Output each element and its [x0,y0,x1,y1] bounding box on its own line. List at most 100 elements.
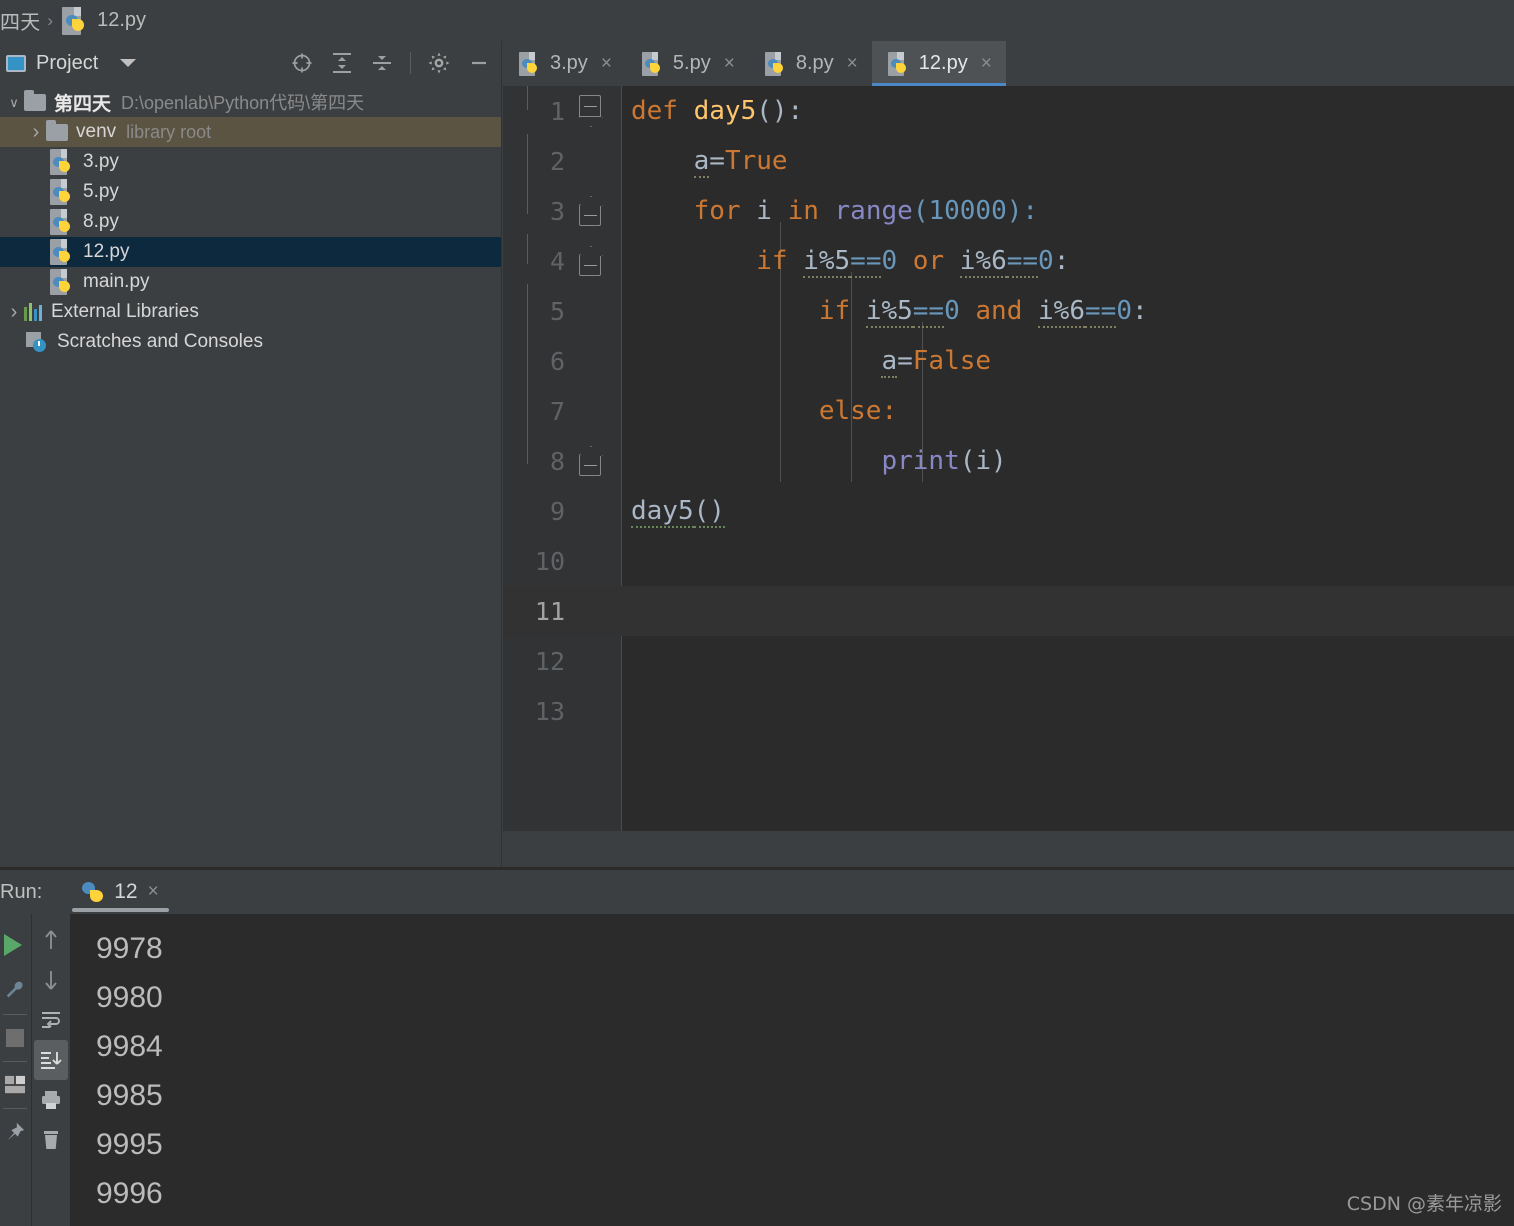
fold-marker-icon[interactable] [579,254,601,276]
code-line[interactable]: 10 [503,536,1514,586]
tree-item-scratches-and-consoles[interactable]: Scratches and Consoles [0,327,501,357]
fold-column[interactable] [565,586,621,636]
run-tab-12[interactable]: 12 × [72,870,170,914]
arrow-up-icon[interactable] [34,920,68,960]
editor-tab-8py[interactable]: 8.py × [749,41,872,86]
console-line: 9978 [96,932,163,965]
editor-tab-label: 12.py [918,52,968,74]
code-line[interactable]: 6 a=False [503,336,1514,386]
code-editor[interactable]: 1 def day5(): 2 a=True 3 for i in range(… [503,86,1514,831]
code-line[interactable]: 8 print(i) [503,436,1514,486]
code-line[interactable]: 3 for i in range(10000): [503,186,1514,236]
fold-column[interactable] [565,336,621,386]
stop-icon[interactable] [0,1015,30,1061]
fold-column[interactable] [565,86,621,136]
gear-icon[interactable] [427,51,451,75]
line-number: 5 [549,296,565,326]
fold-marker-end-icon[interactable] [579,454,601,476]
code-line[interactable]: 9 day5() [503,486,1514,536]
token-keyword: if [818,296,851,326]
run-tool-window: Run: 12 × 9978 9980 9984 9985 9995 9996 … [0,870,1514,1226]
soft-wrap-icon[interactable] [34,1000,68,1040]
token-function: day5 [693,96,757,126]
fold-column[interactable] [565,536,621,586]
project-panel-title[interactable]: Project [36,52,98,75]
run-button-icon[interactable] [0,922,30,968]
code-line-caret[interactable]: 11 [503,586,1514,636]
fold-column[interactable] [565,186,621,236]
tree-item-8py[interactable]: 8.py [0,207,501,237]
fold-column[interactable] [565,686,621,736]
code-line[interactable]: 12 [503,636,1514,686]
fold-column[interactable] [565,436,621,486]
code-line[interactable]: 1 def day5(): [503,86,1514,136]
breadcrumb-file[interactable]: 12.py [97,9,146,32]
tree-item-external-libraries[interactable]: External Libraries [0,297,501,327]
fold-column[interactable] [565,386,621,436]
code-line[interactable]: 13 [503,686,1514,736]
chevron-down-icon[interactable] [120,59,137,67]
chevron-down-icon[interactable] [4,94,24,111]
fold-column[interactable] [565,136,621,186]
tree-item-label: main.py [83,271,150,292]
token-expr: i%6 [1038,296,1085,328]
editor-status-strip [503,831,1514,867]
console-line: 9985 [96,1079,163,1112]
arrow-down-icon[interactable] [34,960,68,1000]
chevron-right-icon[interactable] [4,301,24,324]
layout-icon[interactable] [0,1062,30,1108]
code-line[interactable]: 5 if i%5==0 and i%6==0: [503,286,1514,336]
code-line[interactable]: 7 else: [503,386,1514,436]
wrench-icon[interactable] [0,968,30,1014]
editor-tab-12py[interactable]: 12.py × [871,41,1006,86]
editor-tab-3py[interactable]: 3.py × [503,41,626,86]
code-line[interactable]: 2 a=True [503,136,1514,186]
token-expr: i%5 [865,296,913,328]
tree-item-label: 12.py [83,241,130,262]
collapse-all-icon[interactable] [370,51,394,75]
fold-marker-icon[interactable] [579,95,601,117]
token-keyword: or [912,246,945,276]
fold-column[interactable] [565,286,621,336]
close-icon[interactable]: × [601,53,612,75]
tree-item-label: venv [76,121,117,142]
python-file-icon [50,239,74,265]
run-panel-header: Run: 12 × [0,870,1514,914]
tree-item-project-root[interactable]: 第四天 D:\openlab\Python代码\第四天 [0,87,501,117]
code-line[interactable]: 4 if i%5==0 or i%6==0: [503,236,1514,286]
fold-column[interactable] [565,486,621,536]
token-keyword: else: [818,396,898,426]
console-output[interactable]: 9978 9980 9984 9985 9995 9996 CSDN @素年凉影 [70,914,1514,1226]
fold-column[interactable] [565,236,621,286]
line-number: 13 [534,696,565,726]
token-punct: ( [912,196,929,226]
tree-item-venv[interactable]: venv library root [0,117,501,147]
tree-item-mainpy[interactable]: main.py [0,267,501,297]
trash-icon[interactable] [34,1120,68,1160]
tree-item-3py[interactable]: 3.py [0,147,501,177]
fold-column[interactable] [565,636,621,686]
project-window-icon [6,54,26,72]
locate-icon[interactable] [290,51,314,75]
close-icon[interactable]: × [847,53,858,75]
line-number: 4 [549,246,565,276]
token-punct: ): [1006,196,1039,226]
tree-item-5py[interactable]: 5.py [0,177,501,207]
editor-tab-5py[interactable]: 5.py × [626,41,749,86]
close-icon[interactable]: × [981,53,992,75]
chevron-right-icon[interactable] [26,121,46,144]
expand-all-icon[interactable] [330,51,354,75]
tree-item-12py[interactable]: 12.py [0,237,501,267]
token-variable: i [756,196,772,226]
pin-icon[interactable] [0,1109,30,1155]
python-file-icon [641,51,664,76]
breadcrumb: 四天 › 12.py [0,0,1514,41]
close-icon[interactable]: × [148,881,159,903]
fold-marker-icon[interactable] [579,204,601,226]
scroll-to-end-icon[interactable] [34,1040,68,1080]
print-icon[interactable] [34,1080,68,1120]
minimize-icon[interactable] [467,51,491,75]
token-keyword: def [631,96,678,126]
breadcrumb-folder[interactable]: 四天 [0,6,40,35]
close-icon[interactable]: × [724,53,735,75]
